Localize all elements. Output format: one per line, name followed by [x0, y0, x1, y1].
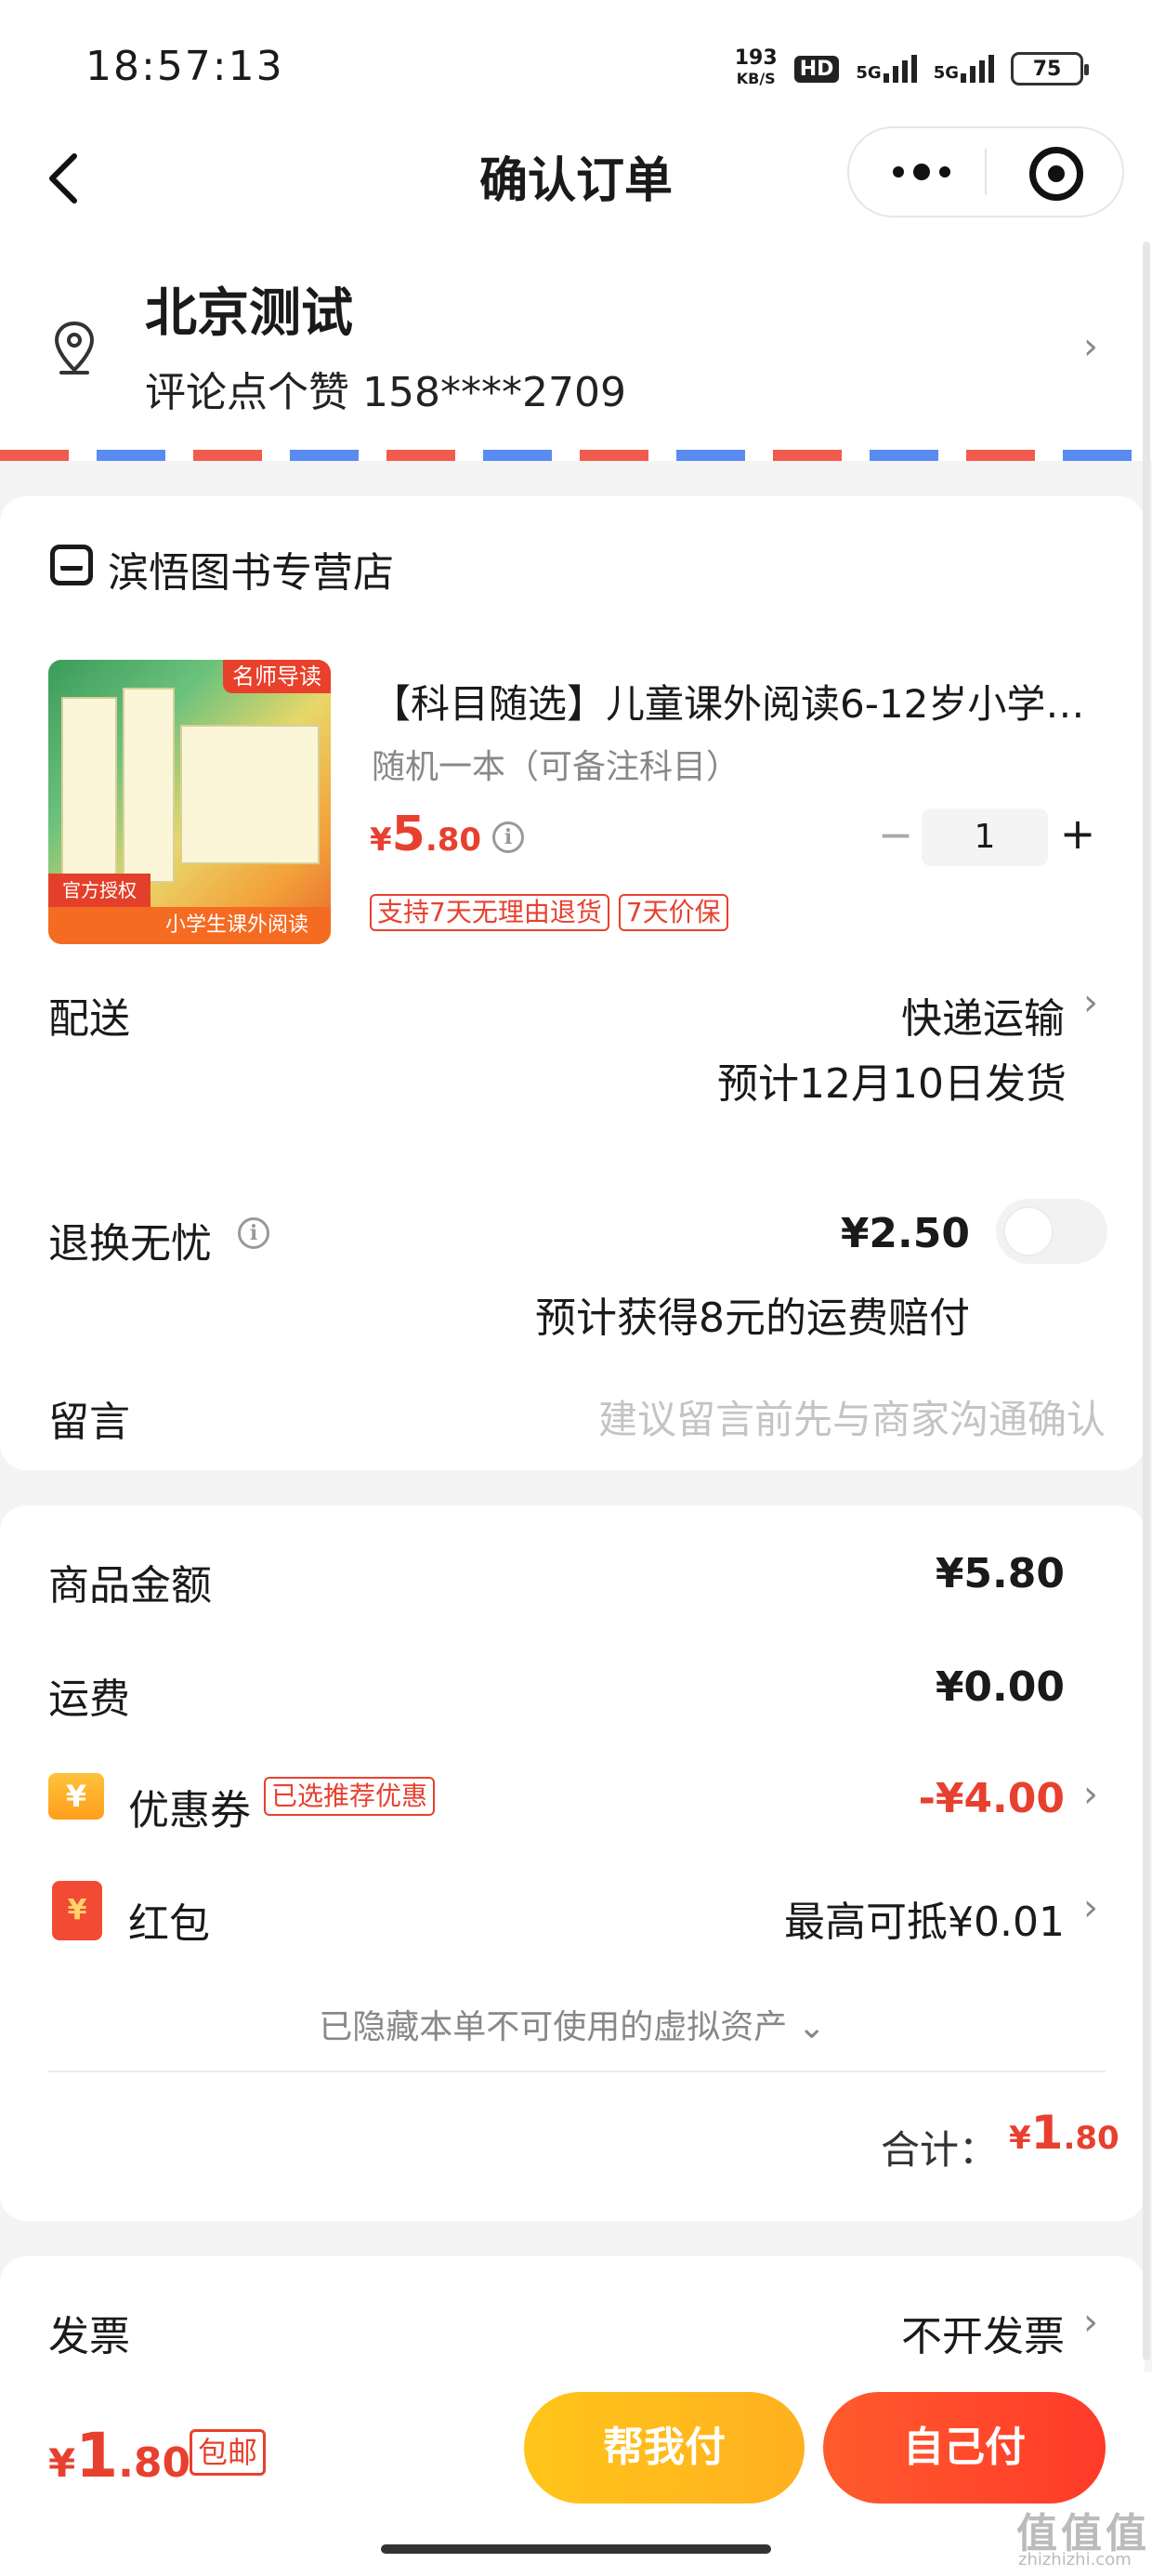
home-indicator[interactable]	[381, 2544, 771, 2554]
quantity-decrease-button[interactable]: −	[877, 813, 914, 856]
status-icons: 193 KB/S HD 5G 5G 75	[734, 46, 1089, 89]
coupon-selected-badge: 已选推荐优惠	[264, 1777, 436, 1816]
invoice-value: 不开发票	[901, 2313, 1065, 2360]
status-time: 18:57:13	[85, 43, 284, 90]
delivery-chevron-icon: ›	[1083, 981, 1098, 1024]
summary-divider	[48, 2070, 1106, 2072]
return-care-label: 退换无忧	[48, 1220, 212, 1268]
invoice-chevron-icon: ›	[1083, 2301, 1098, 2344]
product-title[interactable]: 【科目随选】儿童课外阅读6-12岁小学生必读课外书	[372, 673, 1087, 729]
address-chevron-icon: ›	[1083, 325, 1098, 368]
hd-voice-icon: HD	[793, 55, 840, 83]
store-icon	[50, 545, 93, 585]
free-shipping-badge: 包邮	[190, 2429, 267, 2476]
location-pin-icon	[54, 321, 95, 375]
tag-price-protect: 7天价保	[618, 894, 728, 931]
return-care-note: 预计获得8元的运费赔付	[535, 1295, 970, 1342]
chevron-down-icon: ⌄	[787, 2008, 826, 2046]
return-care-info-icon[interactable]: i	[238, 1217, 269, 1249]
help-pay-button[interactable]: 帮我付	[524, 2392, 805, 2504]
red-packet-icon: ¥	[52, 1881, 102, 1940]
self-pay-button[interactable]: 自己付	[823, 2392, 1106, 2504]
total-value: ¥1.80	[1009, 2106, 1119, 2160]
product-image-band: 小学生课外阅读	[48, 907, 331, 944]
signal-5g-icon-2: 5G	[934, 55, 994, 83]
goods-amount-label: 商品金额	[48, 1562, 212, 1610]
coupon-chevron-icon: ›	[1083, 1773, 1098, 1816]
goods-amount-value: ¥5.80	[935, 1550, 1065, 1597]
store-name[interactable]: 滨悟图书专营店	[108, 539, 394, 598]
coupon-value[interactable]: -¥4.00	[919, 1775, 1065, 1822]
remark-label: 留言	[48, 1399, 130, 1446]
coupon-icon: ¥	[48, 1773, 104, 1820]
envelope-stripe	[0, 450, 1152, 461]
delivery-estimate: 预计12月10日发货	[717, 1060, 1067, 1108]
return-care-price: ¥2.50	[840, 1210, 970, 1257]
product-image-tag: 官方授权	[48, 874, 151, 907]
recipient-name: 北京测试	[145, 283, 353, 344]
return-care-toggle[interactable]	[996, 1199, 1107, 1264]
battery-icon: 75	[1011, 52, 1089, 85]
hidden-assets-toggle[interactable]: 已隐藏本单不可使用的虚拟资产 ⌄	[0, 2000, 1145, 2048]
tag-return: 支持7天无理由退货	[370, 894, 609, 931]
summary-card	[0, 1505, 1145, 2221]
capsule-divider	[985, 149, 987, 195]
quantity-increase-button[interactable]: +	[1057, 812, 1098, 855]
invoice-label: 发票	[48, 2313, 130, 2360]
red-packet-value[interactable]: 最高可抵¥0.01	[784, 1888, 1065, 1948]
red-packet-chevron-icon: ›	[1083, 1886, 1098, 1929]
product-image-badge: 名师导读	[223, 660, 331, 693]
red-packet-label: 红包	[128, 1900, 210, 1948]
delivery-method[interactable]: 快递运输	[901, 985, 1065, 1045]
product-variant: 随机一本（可备注科目）	[372, 748, 740, 786]
network-speed: 193 KB/S	[734, 46, 778, 88]
price-info-icon[interactable]: i	[492, 821, 524, 853]
shipping-value: ¥0.00	[935, 1663, 1065, 1711]
signal-5g-icon: 5G	[856, 55, 917, 83]
watermark-url: zhizhizhi.com	[1018, 2550, 1132, 2569]
recipient-contact: 评论点个赞 158****2709	[145, 369, 626, 416]
product-tags: 支持7天无理由退货 7天价保	[370, 894, 728, 931]
more-icon[interactable]	[884, 155, 959, 189]
close-mini-program-icon[interactable]	[1029, 147, 1083, 201]
coupon-label: 优惠券	[128, 1787, 251, 1834]
total-label: 合计：	[881, 2127, 999, 2173]
bottom-total-price: ¥1.80	[48, 2420, 191, 2491]
scrollbar[interactable]	[1143, 242, 1150, 2360]
product-price: ¥5.80	[370, 807, 482, 862]
remark-input[interactable]: 建议留言前先与商家沟通确认	[502, 1388, 1106, 1445]
delivery-label: 配送	[48, 995, 130, 1043]
quantity-input[interactable]: 1	[922, 808, 1048, 866]
shipping-label: 运费	[48, 1676, 130, 1723]
